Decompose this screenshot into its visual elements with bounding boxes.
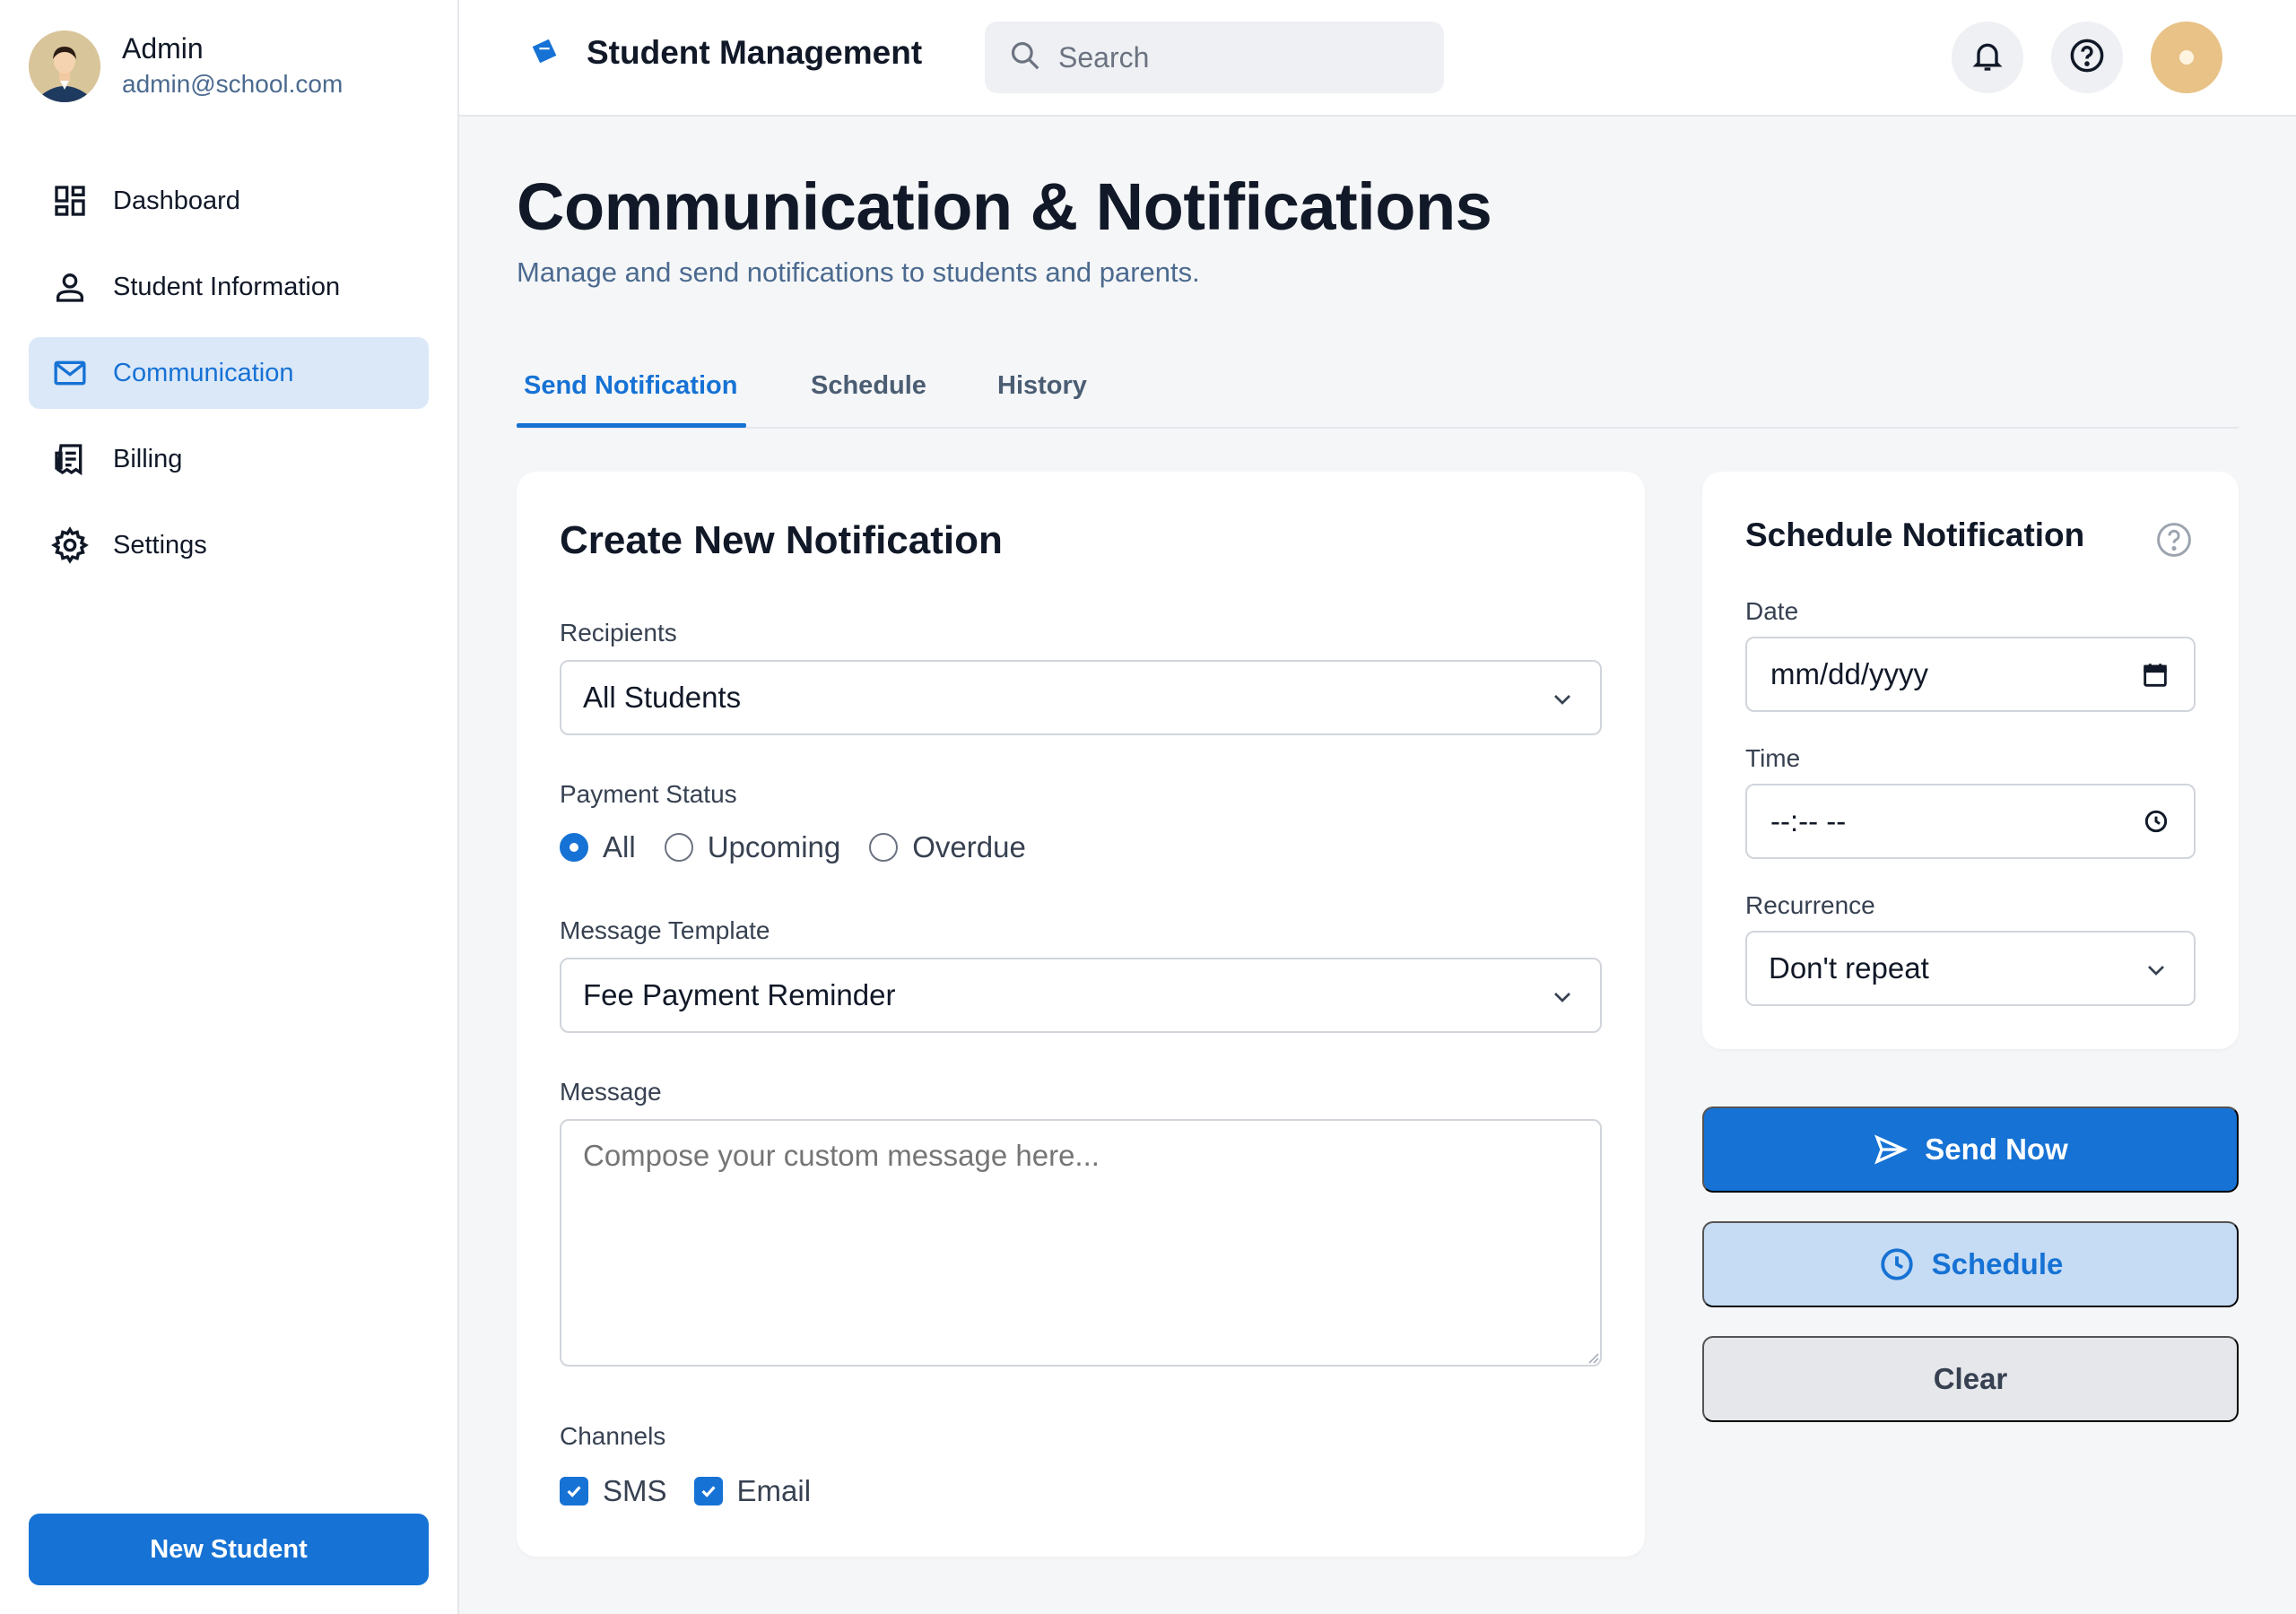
mail-icon [50,353,90,393]
sidebar: Admin admin@school.com Dashboard Student… [0,0,459,1614]
notifications-button[interactable] [1952,22,2023,93]
calendar-icon[interactable] [2140,660,2170,698]
recipients-value: All Students [583,681,742,714]
receipt-icon [50,439,90,479]
tab-bar: Send Notification Schedule History [517,355,2239,429]
logo-icon [529,36,560,71]
chevron-down-icon [1548,983,1577,1019]
schedule-button[interactable]: Schedule [1702,1221,2239,1307]
checkbox-email[interactable]: Email [693,1474,812,1508]
message-template-select[interactable]: Fee Payment Reminder [560,958,1602,1033]
radio-label: Overdue [912,830,1026,863]
checkbox-label: SMS [603,1474,667,1507]
radio-overdue[interactable]: Overdue [869,830,1026,864]
new-student-button[interactable]: New Student [29,1514,429,1585]
date-placeholder: mm/dd/yyyy [1770,657,1929,690]
clock-icon [1878,1245,1916,1283]
profile[interactable]: Admin admin@school.com [29,30,343,102]
search-bar[interactable] [985,22,1444,93]
tab-history[interactable]: History [997,371,1087,401]
recurrence-value: Don't repeat [1769,951,1929,985]
tab-schedule[interactable]: Schedule [811,371,926,401]
date-input[interactable]: mm/dd/yyyy [1745,637,2196,712]
resize-grip-icon[interactable] [1586,1350,1600,1369]
sidebar-item-label: Dashboard [113,186,240,215]
user-avatar-button[interactable] [2151,22,2222,93]
card-title: Schedule Notification [1745,516,2085,553]
date-label: Date [1745,597,1799,625]
sidebar-item-student-information[interactable]: Student Information [29,251,429,323]
send-now-button[interactable]: Send Now [1702,1106,2239,1193]
checkbox-label: Email [736,1474,812,1507]
channels-label: Channels [560,1422,666,1450]
gear-icon [50,525,90,565]
person-icon [50,267,90,307]
channels-checkbox-group: SMS Email [560,1474,838,1508]
bell-icon [1970,38,2005,78]
checkmark-icon [693,1477,723,1506]
payment-status-radio-group: All Upcoming Overdue [560,830,1055,864]
sidebar-item-communication[interactable]: Communication [29,337,429,409]
active-tab-indicator [517,423,746,428]
recurrence-select[interactable]: Don't repeat [1745,931,2196,1006]
app-title: Student Management [587,34,923,71]
radio-all[interactable]: All [560,830,636,864]
message-textarea[interactable] [560,1119,1602,1367]
chevron-down-icon [1548,685,1577,721]
tab-send-notification[interactable]: Send Notification [524,371,737,401]
create-notification-card: Create New Notification Recipients All S… [517,472,1645,1557]
avatar [29,30,100,102]
button-label: Schedule [1931,1247,2064,1280]
time-input[interactable]: --:-- -- [1745,784,2196,859]
top-bar: Student Management [459,0,2296,117]
sidebar-item-settings[interactable]: Settings [29,509,429,581]
message-label: Message [560,1078,662,1106]
sidebar-item-dashboard[interactable]: Dashboard [29,165,429,237]
search-input[interactable] [1058,40,1417,74]
message-template-label: Message Template [560,916,770,944]
sidebar-item-label: Settings [113,530,207,560]
chevron-down-icon [2142,956,2170,992]
sidebar-item-label: Communication [113,358,294,387]
help-button[interactable] [2051,22,2123,93]
radio-circle [664,833,693,862]
send-icon [1873,1132,1909,1167]
recipients-label: Recipients [560,619,677,646]
radio-label: All [603,830,636,863]
sidebar-item-billing[interactable]: Billing [29,423,429,495]
checkbox-sms[interactable]: SMS [560,1474,667,1508]
checkmark-icon [560,1477,588,1506]
dashboard-icon [50,181,90,221]
radio-label: Upcoming [707,830,841,863]
help-icon [2068,37,2106,79]
search-icon [1008,39,1042,77]
card-title: Create New Notification [560,518,1003,562]
recipients-select[interactable]: All Students [560,660,1602,735]
schedule-notification-card: Schedule Notification Date mm/dd/yyyy Ti… [1702,472,2239,1049]
sidebar-nav: Dashboard Student Information Communicat… [29,165,429,595]
clock-icon[interactable] [2142,807,2170,843]
sidebar-item-label: Student Information [113,272,341,301]
page-subtitle: Manage and send notifications to student… [517,256,1200,288]
profile-email: admin@school.com [122,70,344,98]
radio-circle [560,833,588,862]
profile-name: Admin [122,32,204,65]
button-label: Send Now [1925,1132,2068,1166]
page-title: Communication & Notifications [517,169,1492,244]
clear-button[interactable]: Clear [1702,1336,2239,1422]
avatar-dot-icon [2179,50,2194,65]
template-value: Fee Payment Reminder [583,978,896,1011]
recurrence-label: Recurrence [1745,891,1875,919]
brand: Student Management [529,34,922,72]
time-label: Time [1745,744,1801,772]
help-icon[interactable] [2154,520,2194,564]
payment-status-label: Payment Status [560,780,737,808]
sidebar-item-label: Billing [113,444,183,473]
radio-circle [869,833,899,862]
time-placeholder: --:-- -- [1770,804,1847,837]
radio-upcoming[interactable]: Upcoming [664,830,841,864]
